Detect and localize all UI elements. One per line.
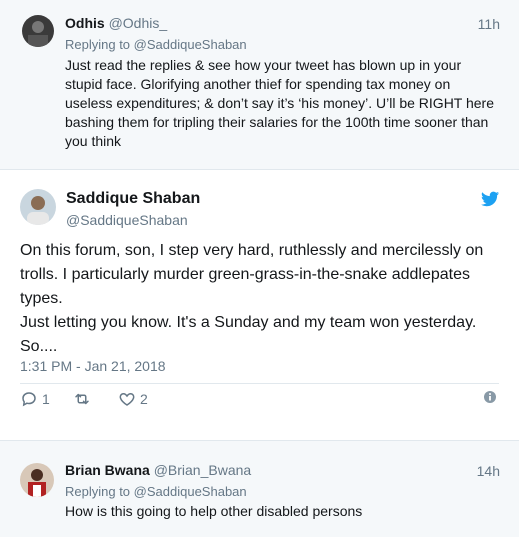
tweet-text-line: So.... xyxy=(20,338,58,355)
reply-count: 1 xyxy=(42,391,50,407)
tweet-text: How is this going to help other disabled… xyxy=(65,503,363,519)
tweet-text-line: Just letting you know. It's a Sunday and… xyxy=(20,314,477,331)
author-name[interactable]: Brian Bwana xyxy=(65,462,150,478)
replying-to-label: Replying to xyxy=(65,484,131,499)
author-handle[interactable]: @Brian_Bwana xyxy=(154,462,252,478)
tweet-text-line: stupid face. Glorifying another thief fo… xyxy=(65,76,451,92)
info-icon[interactable] xyxy=(483,390,497,404)
tweet-time[interactable]: 11h xyxy=(478,16,500,32)
author-handle[interactable]: @SaddiqueShaban xyxy=(66,212,188,228)
tweet-text-line: On this forum, son, I step very hard, ru… xyxy=(20,242,484,259)
avatar[interactable] xyxy=(20,189,56,225)
replying-to-label: Replying to xyxy=(65,37,131,52)
replying-to: Replying to @SaddiqueShaban xyxy=(65,37,247,52)
reply-tweet-odhis[interactable]: Odhis @Odhis_ 11h Replying to @SaddiqueS… xyxy=(0,0,519,170)
tweet-timestamp[interactable]: 1:31 PM - Jan 21, 2018 xyxy=(20,358,166,374)
retweet-icon xyxy=(75,393,89,405)
like-button[interactable]: 2 xyxy=(118,388,148,410)
tweet-text-line: types. xyxy=(20,290,63,307)
replying-to-mention[interactable]: @SaddiqueShaban xyxy=(134,484,247,499)
replying-to: Replying to @SaddiqueShaban xyxy=(65,484,247,499)
tweet-text-line: bashing them for tripling their salaries… xyxy=(65,114,489,130)
reply-tweet-brian[interactable]: Brian Bwana @Brian_Bwana 14h Replying to… xyxy=(0,440,519,537)
tweet-time[interactable]: 14h xyxy=(477,463,500,479)
replying-to-mention[interactable]: @SaddiqueShaban xyxy=(134,37,247,52)
author-name[interactable]: Saddique Shaban xyxy=(66,190,200,208)
reply-button[interactable]: 1 xyxy=(20,388,50,410)
author-handle[interactable]: @Odhis_ xyxy=(109,15,168,31)
main-tweet: Saddique Shaban @SaddiqueShaban On this … xyxy=(0,171,519,439)
tweet-text: On this forum, son, I step very hard, ru… xyxy=(20,239,500,359)
reply-icon xyxy=(22,392,36,407)
divider xyxy=(20,383,499,384)
tweet-text: Just read the replies & see how your twe… xyxy=(65,56,505,151)
tweet-text-line: useless expenditures; & don’t say it’s ‘… xyxy=(65,95,495,111)
tweet-text-line: you think xyxy=(65,133,122,149)
author-name[interactable]: Odhis xyxy=(65,15,105,31)
twitter-bird-icon[interactable] xyxy=(481,191,499,207)
retweet-button[interactable] xyxy=(73,388,95,410)
tweet-text-line: Just read the replies & see how your twe… xyxy=(65,57,462,73)
avatar[interactable] xyxy=(22,15,54,47)
like-count: 2 xyxy=(140,391,148,407)
avatar[interactable] xyxy=(20,463,54,497)
like-icon xyxy=(119,392,135,406)
author-line[interactable]: Brian Bwana @Brian_Bwana xyxy=(65,462,251,478)
author-line[interactable]: Odhis @Odhis_ xyxy=(65,15,167,31)
tweet-text-line: trolls. I particularly murder green-gras… xyxy=(20,266,470,283)
